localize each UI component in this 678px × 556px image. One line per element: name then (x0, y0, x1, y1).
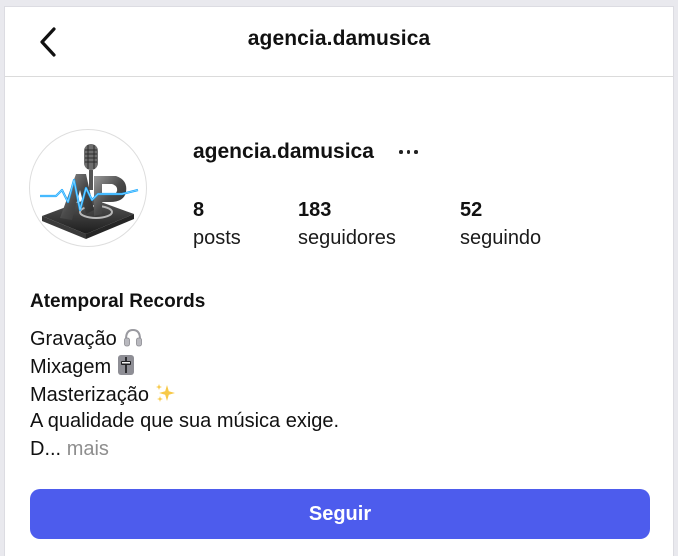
stat-following-label: seguindo (460, 227, 542, 249)
stat-followers-label: seguidores (298, 227, 396, 249)
bio-line: Gravação (30, 326, 144, 351)
bio-line-text: Masterização (30, 384, 149, 406)
bio-line: Masterização (30, 382, 176, 407)
stat-posts-label: posts (193, 227, 241, 249)
dot (399, 150, 403, 154)
stat-followers[interactable]: 183 seguidores (298, 197, 396, 253)
bio-line-text: Gravação (30, 328, 117, 350)
bio-more-link[interactable]: mais (67, 438, 109, 460)
more-options-icon[interactable] (397, 139, 421, 163)
mixer-fader-icon (118, 355, 135, 375)
bio-name: Atemporal Records (30, 291, 206, 312)
header-title: agencia.damusica (247, 27, 431, 50)
stat-posts[interactable]: 8 posts (193, 197, 241, 253)
sparkles-icon (155, 384, 175, 402)
microphone-logo-icon (40, 144, 139, 239)
bio-truncated-text: D... (30, 438, 62, 460)
dot (414, 150, 418, 154)
dot (406, 150, 410, 154)
bio-line: A qualidade que sua música exige. (30, 410, 339, 433)
bio-line-text: A qualidade que sua música exige. (30, 410, 340, 432)
stat-posts-value: 8 (193, 199, 205, 221)
avatar[interactable] (29, 129, 147, 247)
stat-following-value: 52 (460, 199, 483, 221)
stat-following[interactable]: 52 seguindo (460, 197, 541, 253)
bio-truncated-line: D... mais (30, 438, 109, 461)
bio-line-text: Mixagem (30, 356, 112, 378)
profile-username: agencia.damusica (193, 140, 374, 163)
headphones-icon (123, 328, 142, 347)
stat-followers-value: 183 (298, 199, 332, 221)
bio-line: Mixagem (30, 354, 136, 379)
follow-button[interactable]: Seguir (30, 489, 650, 539)
top-bar: agencia.damusica (5, 7, 673, 77)
profile-panel: agencia.damusica agencia.damusica 8 post… (4, 6, 674, 556)
